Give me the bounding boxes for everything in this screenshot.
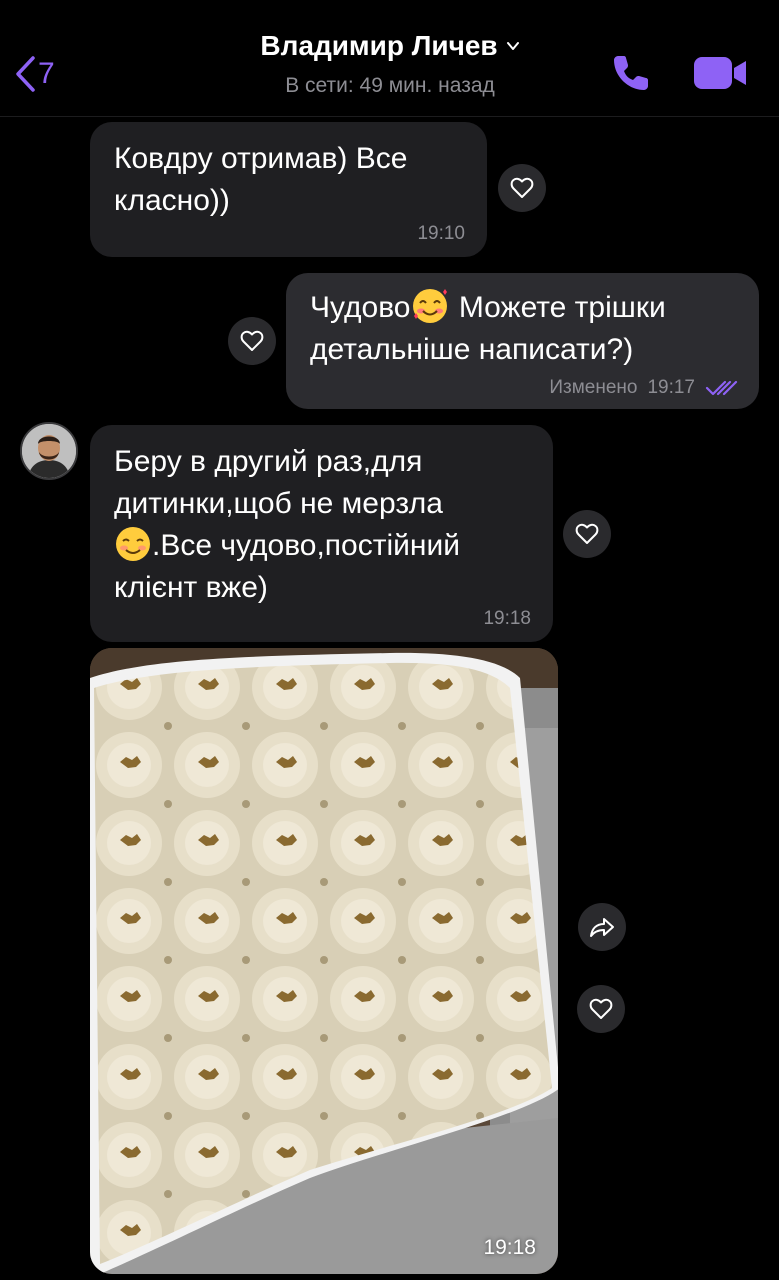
message-bubble-outgoing[interactable]: Чудово Можете трішки детальніше написати… (286, 273, 759, 409)
react-button[interactable] (577, 985, 625, 1033)
react-button[interactable] (228, 317, 276, 365)
avatar-image (22, 424, 76, 478)
message-bubble-incoming[interactable]: Ковдру отримав) Все класно)) 19:10 (90, 122, 487, 257)
contact-status: В сети: 49 мин. назад (285, 74, 495, 97)
blanket-photo (90, 648, 558, 1274)
contact-avatar[interactable] (20, 422, 78, 480)
react-button[interactable] (563, 510, 611, 558)
chat-header: 7 Владимир Личев В сети: 49 мин. назад (0, 0, 779, 117)
unread-count: 7 (38, 57, 55, 90)
chat-screen: 7 Владимир Личев В сети: 49 мин. назад К… (0, 0, 779, 1280)
share-arrow-icon (590, 918, 614, 937)
video-call-icon[interactable] (692, 54, 748, 92)
edited-label: Изменено (549, 377, 638, 398)
back-button[interactable]: 7 (14, 52, 55, 96)
heart-icon (575, 523, 599, 544)
smiling-face-icon (116, 527, 150, 562)
heart-icon (510, 177, 534, 198)
message-time: 19:18 (483, 608, 531, 629)
smiling-face-with-hearts-icon (413, 289, 448, 324)
message-text-part: Чудово (310, 291, 411, 324)
react-button[interactable] (498, 164, 546, 212)
contact-name: Владимир Личев (260, 30, 498, 61)
message-text-line: дитинки,щоб не мерзла (114, 487, 443, 520)
share-button[interactable] (578, 903, 626, 951)
message-text: Ковдру отримав) Все класно)) (114, 142, 408, 217)
contact-info[interactable]: Владимир Личев В сети: 49 мин. назад (190, 30, 590, 98)
message-text-line: клієнт вже) (114, 571, 268, 604)
heart-icon (589, 998, 613, 1019)
message-text-line: Беру в другий раз,для (114, 445, 423, 478)
message-time: 19:17 (647, 377, 695, 398)
message-bubble-incoming[interactable]: Беру в другий раз,для дитинки,щоб не мер… (90, 425, 553, 642)
heart-icon (240, 330, 264, 351)
message-time: 19:18 (483, 1236, 536, 1259)
message-text-part: .Все чудово,постійний (152, 529, 460, 562)
photo-message[interactable]: 19:18 (90, 648, 558, 1274)
double-check-icon (705, 380, 738, 396)
chevron-down-icon (506, 42, 519, 50)
message-time: 19:10 (417, 223, 465, 244)
chevron-left-icon (16, 56, 35, 92)
phone-call-icon[interactable] (610, 50, 654, 94)
